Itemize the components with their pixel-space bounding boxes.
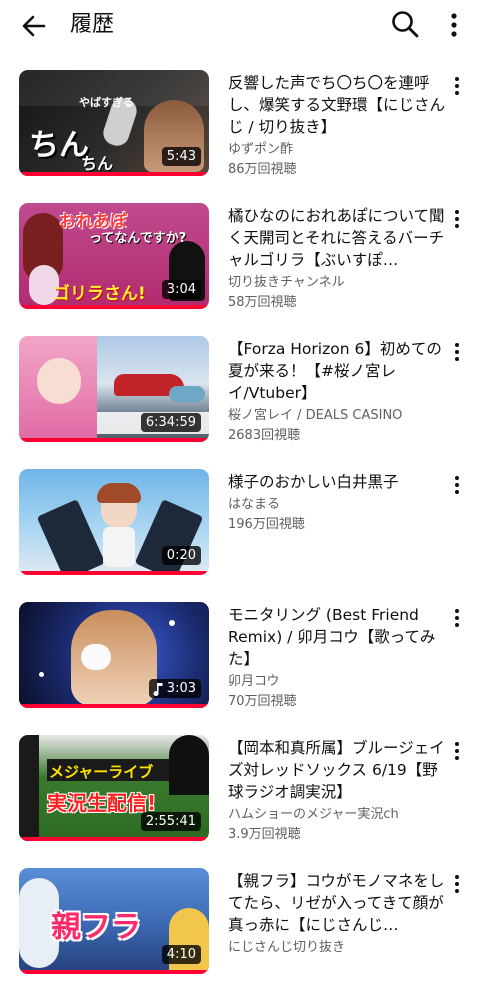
more-vert-icon[interactable]	[448, 872, 466, 896]
more-vert-icon[interactable]	[442, 10, 466, 40]
page-title: 履歴	[70, 12, 115, 37]
more-vert-icon[interactable]	[448, 606, 466, 630]
more-vert-icon[interactable]	[448, 340, 466, 364]
watched-progress-bar	[19, 970, 209, 974]
video-title[interactable]: 橘ひなのにおれあぽについて聞く天開司とそれに答えるバーチャルゴリラ【ぶいすぽ…	[228, 205, 446, 271]
watched-progress-bar	[19, 704, 209, 708]
watched-progress-bar	[19, 305, 209, 309]
video-views: 3.9万回視聴	[228, 827, 301, 842]
video-title[interactable]: 反響した声でち〇ち〇を連呼し、爆笑する文野環【にじさんじ / 切り抜き】	[228, 72, 446, 138]
video-title[interactable]: 様子のおかしい白井黒子	[228, 471, 446, 493]
video-channel: ゆずポン酢	[228, 142, 294, 157]
watched-progress-bar	[19, 172, 209, 176]
watched-progress-bar	[19, 837, 209, 841]
more-vert-icon[interactable]	[448, 739, 466, 763]
more-vert-icon[interactable]	[448, 473, 466, 497]
thumb-caption: ってなんですか?	[89, 231, 187, 246]
more-vert-icon[interactable]	[448, 74, 466, 98]
video-channel: 桜ノ宮レイ / DEALS CASINO	[228, 408, 403, 423]
video-info[interactable]: 反響した声でち〇ち〇を連呼し、爆笑する文野環【にじさんじ / 切り抜き】 ゆずポ…	[228, 72, 446, 180]
thumb-caption: やばすぎる	[79, 96, 134, 109]
video-thumbnail[interactable]: メジャーライブ 実況生配信! 2:55:41	[19, 735, 209, 841]
video-channel: 切り抜きチャンネル	[228, 275, 345, 290]
video-item[interactable]: 親フラ 4:10 【親フラ】コウがモノマネをしてたら、リゼが入ってきて顔が真っ赤…	[0, 860, 480, 993]
video-item[interactable]: おれあぽ ってなんですか? ゴリラさん! 3:04 橘ひなのにおれあぽについて聞…	[0, 195, 480, 328]
video-title[interactable]: 【岡本和真所属】ブルージェイズ対レッドソックス 6/19【野球ラジオ調実況】	[228, 737, 446, 803]
watched-progress-bar	[19, 571, 209, 575]
video-duration: 0:20	[161, 546, 201, 565]
history-list: ちん ちん やばすぎる 5:43 反響した声でち〇ち〇を連呼し、爆笑する文野環【…	[0, 62, 480, 993]
video-thumbnail[interactable]: 0:20	[19, 469, 209, 575]
video-duration: 3:03	[148, 679, 201, 698]
video-duration: 5:43	[161, 147, 201, 166]
video-thumbnail[interactable]: 6:34:59	[19, 336, 209, 442]
search-icon[interactable]	[390, 9, 420, 39]
video-views: 58万回視聴	[228, 295, 297, 310]
thumb-caption: ちん	[81, 154, 114, 173]
thumb-caption: ちん	[29, 128, 89, 163]
video-item[interactable]: 0:20 様子のおかしい白井黒子 はなまる 196万回視聴	[0, 461, 480, 594]
video-info[interactable]: モニタリング (Best Friend Remix) / 卯月コウ【歌ってみた】…	[228, 604, 446, 712]
watched-progress-bar	[19, 438, 209, 442]
back-arrow-icon[interactable]	[18, 10, 50, 42]
thumb-caption: 実況生配信!	[47, 791, 157, 815]
video-thumbnail[interactable]: おれあぽ ってなんですか? ゴリラさん! 3:04	[19, 203, 209, 309]
duration-text: 3:03	[166, 681, 196, 696]
thumb-caption: メジャーライブ	[49, 763, 154, 781]
video-duration: 2:55:41	[140, 812, 201, 831]
video-title[interactable]: モニタリング (Best Friend Remix) / 卯月コウ【歌ってみた】	[228, 604, 446, 670]
video-info[interactable]: 様子のおかしい白井黒子 はなまる 196万回視聴	[228, 471, 446, 535]
top-bar: 履歴	[0, 0, 480, 52]
thumb-caption: 親フラ	[51, 910, 141, 945]
video-item[interactable]: ちん ちん やばすぎる 5:43 反響した声でち〇ち〇を連呼し、爆笑する文野環【…	[0, 62, 480, 195]
video-views: 196万回視聴	[228, 517, 305, 532]
video-duration: 3:04	[161, 280, 201, 299]
music-note-icon	[153, 682, 163, 696]
video-info[interactable]: 【親フラ】コウがモノマネをしてたら、リゼが入ってきて顔が真っ赤に【にじさんじ… …	[228, 870, 446, 958]
video-info[interactable]: 【岡本和真所属】ブルージェイズ対レッドソックス 6/19【野球ラジオ調実況】 ハ…	[228, 737, 446, 845]
video-duration: 6:34:59	[140, 413, 201, 432]
video-channel: にじさんじ切り抜き	[228, 940, 346, 955]
video-views: 2683回視聴	[228, 428, 301, 443]
video-duration: 4:10	[161, 945, 201, 964]
thumb-caption: ゴリラさん!	[53, 284, 146, 304]
video-views: 86万回視聴	[228, 162, 297, 177]
video-views: 70万回視聴	[228, 694, 297, 709]
video-item[interactable]: メジャーライブ 実況生配信! 2:55:41 【岡本和真所属】ブルージェイズ対レ…	[0, 727, 480, 860]
video-channel: ハムショーのメジャー実況ch	[228, 807, 399, 822]
video-item[interactable]: 6:34:59 【Forza Horizon 6】初めての夏が来る！【#桜ノ宮レ…	[0, 328, 480, 461]
video-thumbnail[interactable]: ちん ちん やばすぎる 5:43	[19, 70, 209, 176]
video-thumbnail[interactable]: 3:03	[19, 602, 209, 708]
video-channel: 卯月コウ	[228, 674, 280, 689]
video-item[interactable]: 3:03 モニタリング (Best Friend Remix) / 卯月コウ【歌…	[0, 594, 480, 727]
more-vert-icon[interactable]	[448, 207, 466, 231]
video-title[interactable]: 【親フラ】コウがモノマネをしてたら、リゼが入ってきて顔が真っ赤に【にじさんじ…	[228, 870, 446, 936]
video-title[interactable]: 【Forza Horizon 6】初めての夏が来る！【#桜ノ宮レイ/Vtuber…	[228, 338, 446, 404]
video-info[interactable]: 橘ひなのにおれあぽについて聞く天開司とそれに答えるバーチャルゴリラ【ぶいすぽ… …	[228, 205, 446, 313]
video-channel: はなまる	[228, 497, 281, 512]
video-info[interactable]: 【Forza Horizon 6】初めての夏が来る！【#桜ノ宮レイ/Vtuber…	[228, 338, 446, 446]
video-thumbnail[interactable]: 親フラ 4:10	[19, 868, 209, 974]
